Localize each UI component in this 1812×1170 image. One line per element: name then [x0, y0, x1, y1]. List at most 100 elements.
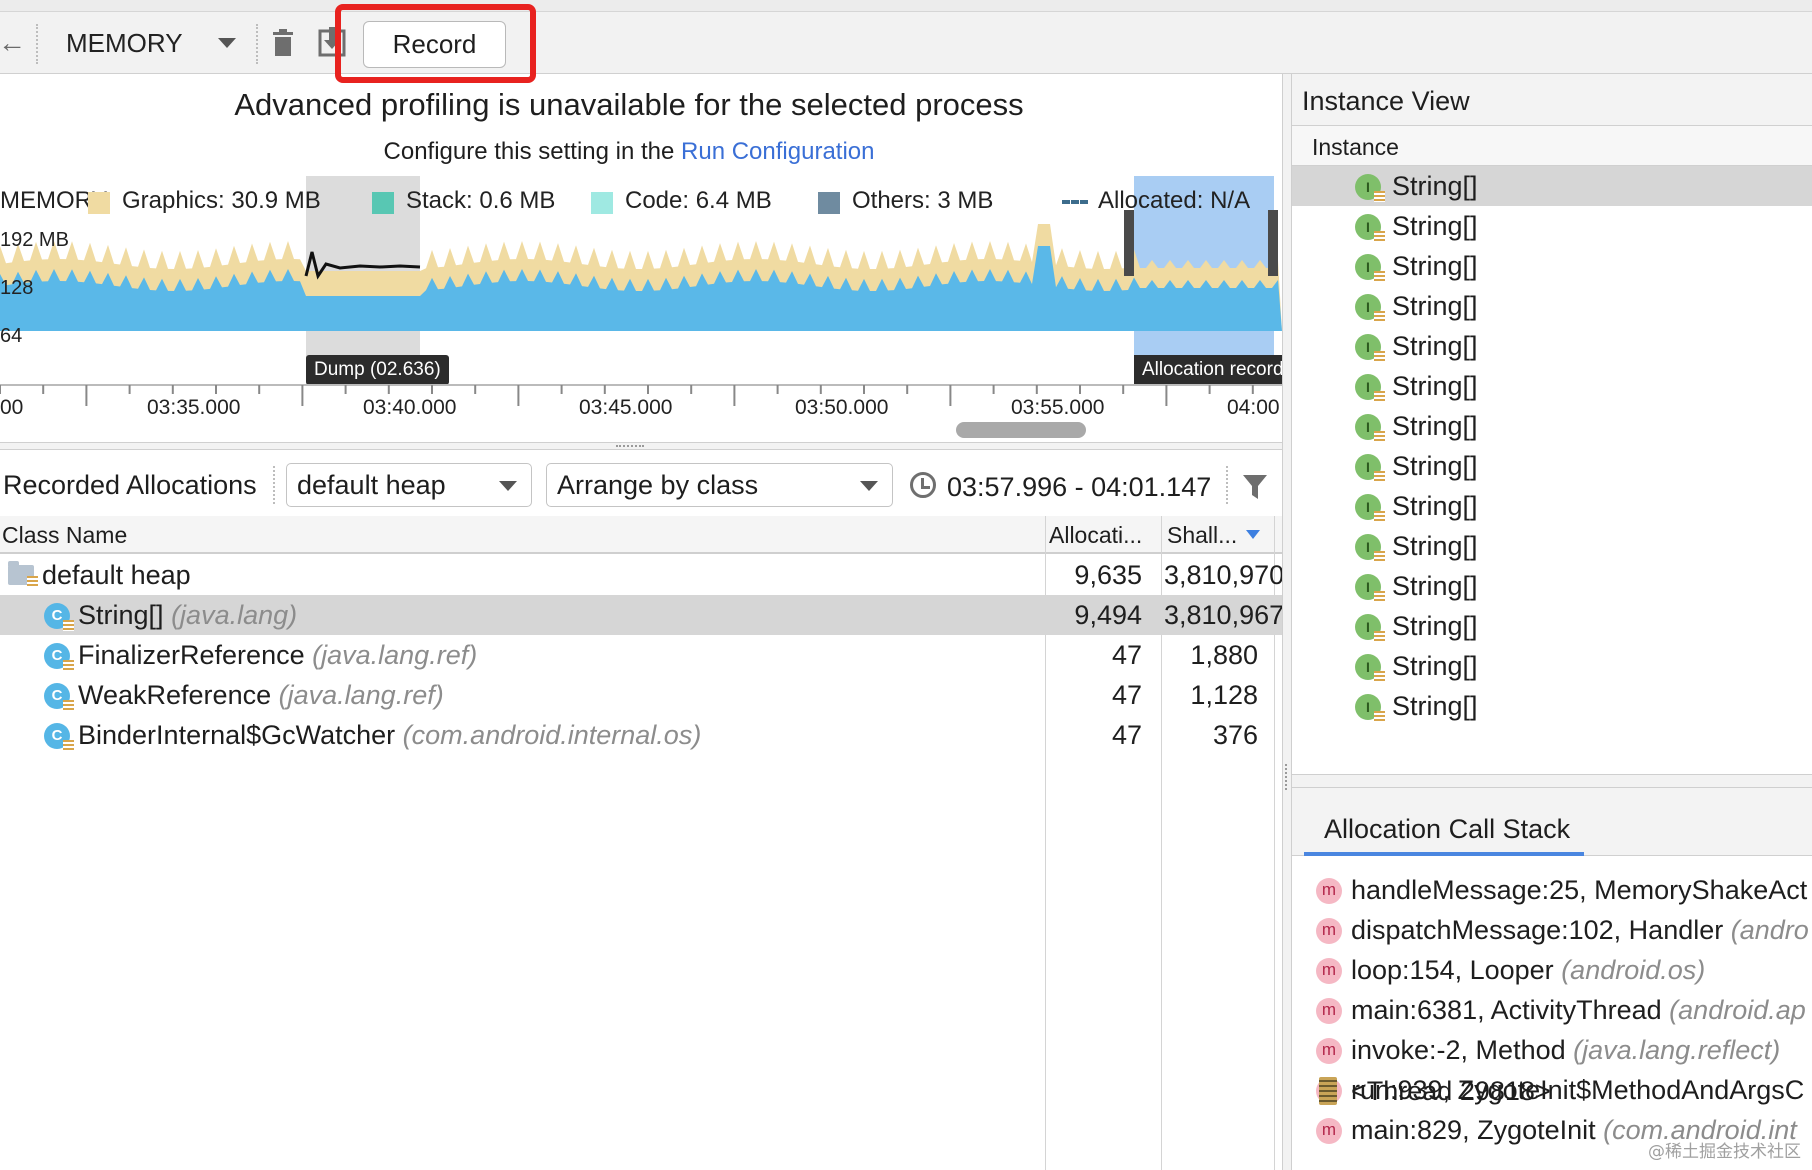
frame-method: loop:154, Looper: [1351, 955, 1562, 985]
legend-allocated: Allocated: N/A: [1098, 187, 1251, 214]
trash-icon[interactable]: [272, 29, 294, 57]
frame-text: invoke:-2, Method (java.lang.reflect): [1351, 1030, 1780, 1070]
frame-package: (android.os): [1561, 955, 1706, 985]
instance-label: String[]: [1392, 171, 1478, 201]
column-shallow-size[interactable]: Shall...: [1167, 516, 1237, 554]
pane-splitter[interactable]: [1282, 74, 1292, 1170]
back-arrow-icon[interactable]: ←: [0, 28, 26, 58]
filter-icon[interactable]: [1242, 474, 1268, 500]
x-tick: 00: [0, 396, 24, 419]
y-tick-128: 128: [0, 277, 34, 299]
list-item[interactable]: I String[]: [1292, 566, 1812, 606]
instance-panel: Instance View Instance I String[] I String…: [1292, 74, 1812, 1170]
list-item[interactable]: I String[]: [1292, 246, 1812, 286]
dump-marker-label[interactable]: Dump (02.636): [306, 355, 449, 385]
row-class-label: FinalizerReference: [78, 640, 305, 670]
instance-callstack-splitter[interactable]: [1292, 774, 1812, 788]
annotation-highlight: [335, 4, 536, 83]
list-item[interactable]: I String[]: [1292, 166, 1812, 206]
chevron-down-icon: [499, 481, 517, 491]
class-icon: C: [44, 683, 74, 711]
list-item[interactable]: I String[]: [1292, 446, 1812, 486]
list-item[interactable]: I String[]: [1292, 646, 1812, 686]
instance-column-label[interactable]: Instance: [1312, 132, 1399, 162]
splitter-grip: [616, 445, 644, 448]
frame-method: invoke:-2, Method: [1351, 1035, 1574, 1065]
arrange-select[interactable]: Arrange by class: [546, 463, 893, 507]
stack-frame[interactable]: m main:6381, ActivityThread (android.ap: [1292, 990, 1812, 1030]
list-item[interactable]: I String[]: [1292, 406, 1812, 446]
thread-row[interactable]: <Thread 29818>: [1292, 1071, 1812, 1111]
instance-label: String[]: [1392, 531, 1478, 561]
arrange-select-value: Arrange by class: [557, 470, 759, 500]
method-icon: m: [1316, 1038, 1342, 1064]
stack-frame[interactable]: m loop:154, Looper (android.os): [1292, 950, 1812, 990]
list-item[interactable]: I String[]: [1292, 686, 1812, 726]
instance-icon: I: [1355, 254, 1385, 282]
list-item[interactable]: I String[]: [1292, 606, 1812, 646]
table-row[interactable]: C String[] (java.lang) 9,494 3,810,967: [0, 595, 1282, 635]
chevron-down-icon: [218, 38, 236, 48]
sort-descending-icon: [1246, 530, 1260, 539]
frame-method: dispatchMessage:102, Handler: [1351, 915, 1731, 945]
row-allocations: 47: [1111, 640, 1142, 670]
row-class-name: BinderInternal$GcWatcher (com.android.in…: [78, 715, 701, 755]
frame-package: (android.ap: [1669, 995, 1806, 1025]
list-item[interactable]: I String[]: [1292, 206, 1812, 246]
allocation-record-label[interactable]: Allocation record: [1134, 355, 1282, 385]
list-item[interactable]: I String[]: [1292, 326, 1812, 366]
table-row[interactable]: C BinderInternal$GcWatcher (com.android.…: [0, 715, 1282, 755]
row-class-name: WeakReference (java.lang.ref): [78, 675, 444, 715]
class-icon: C: [44, 603, 74, 631]
splitter-grip: [1285, 764, 1288, 790]
row-allocations: 47: [1111, 680, 1142, 710]
legend-others: Others: 3 MB: [852, 187, 994, 214]
column-class-name[interactable]: Class Name: [2, 516, 127, 554]
heap-select[interactable]: default heap: [286, 463, 532, 507]
instance-label: String[]: [1392, 251, 1478, 281]
frame-package: (andro: [1730, 915, 1809, 945]
row-package: (java.lang.ref): [278, 680, 444, 710]
method-icon: m: [1316, 998, 1342, 1024]
instance-icon: I: [1355, 614, 1385, 642]
legend-stack: Stack: 0.6 MB: [406, 187, 556, 214]
toolbar-divider: [256, 24, 258, 64]
column-allocations[interactable]: Allocati...: [1049, 516, 1142, 554]
frame-text: main:6381, ActivityThread (android.ap: [1351, 990, 1806, 1030]
run-configuration-link[interactable]: Run Configuration: [681, 138, 874, 165]
frame-text: dispatchMessage:102, Handler (andro: [1351, 910, 1809, 950]
timeline-scrollbar[interactable]: [956, 422, 1086, 438]
method-icon: m: [1316, 918, 1342, 944]
frame-text: handleMessage:25, MemoryShakeAct: [1351, 870, 1807, 910]
instance-label: String[]: [1392, 611, 1478, 641]
selection-handle-left[interactable]: [1124, 210, 1134, 276]
list-item[interactable]: I String[]: [1292, 286, 1812, 326]
row-shallow-size: 3,810,967: [1164, 600, 1282, 630]
chart-table-splitter[interactable]: [0, 442, 1282, 450]
instance-label: String[]: [1392, 691, 1478, 721]
list-item[interactable]: I String[]: [1292, 526, 1812, 566]
instance-icon: I: [1355, 454, 1385, 482]
instance-view-title: Instance View: [1302, 86, 1470, 116]
row-class-name: FinalizerReference (java.lang.ref): [78, 635, 477, 675]
stack-frame[interactable]: m handleMessage:25, MemoryShakeAct: [1292, 870, 1812, 910]
table-row[interactable]: C WeakReference (java.lang.ref) 47 1,128: [0, 675, 1282, 715]
chevron-down-icon: [860, 481, 878, 491]
method-icon: m: [1316, 958, 1342, 984]
selection-handle-right[interactable]: [1268, 210, 1278, 276]
profiler-select[interactable]: MEMORY: [66, 24, 246, 62]
instance-list[interactable]: I String[] I String[] I String[] I String[] …: [1292, 166, 1812, 774]
table-row[interactable]: default heap 9,635 3,810,970: [0, 555, 1282, 595]
list-item[interactable]: I String[]: [1292, 366, 1812, 406]
list-item[interactable]: I String[]: [1292, 486, 1812, 526]
table-row[interactable]: C FinalizerReference (java.lang.ref) 47 …: [0, 635, 1282, 675]
instance-icon: I: [1355, 654, 1385, 682]
instance-icon: I: [1355, 334, 1385, 362]
row-class-name: default heap: [42, 560, 191, 590]
instance-label: String[]: [1392, 331, 1478, 361]
method-icon: m: [1316, 878, 1342, 904]
stack-frame[interactable]: m dispatchMessage:102, Handler (andro: [1292, 910, 1812, 950]
stack-frame[interactable]: m invoke:-2, Method (java.lang.reflect): [1292, 1030, 1812, 1070]
instance-label: String[]: [1392, 651, 1478, 681]
x-tick: 03:55.000: [1011, 396, 1105, 419]
